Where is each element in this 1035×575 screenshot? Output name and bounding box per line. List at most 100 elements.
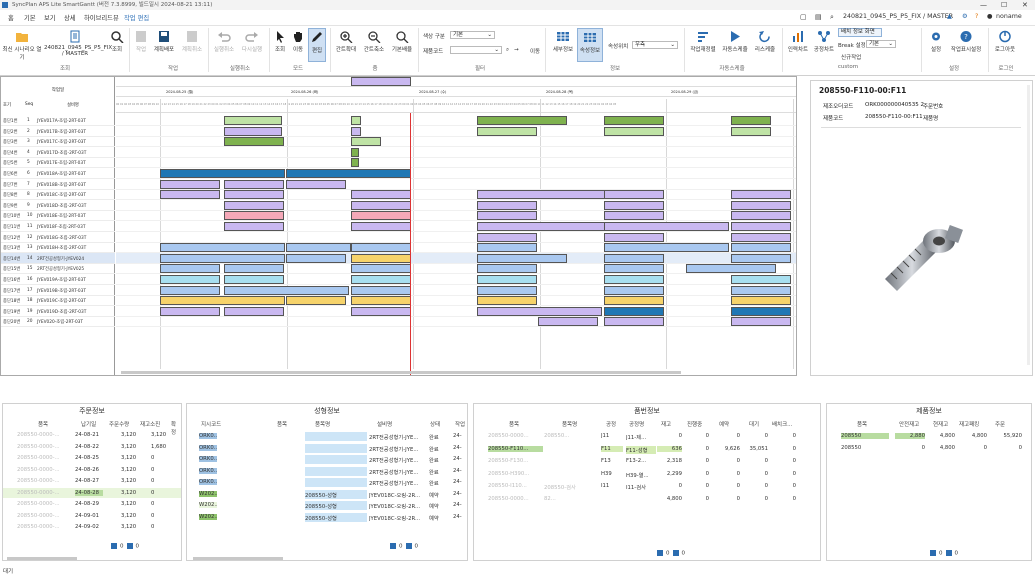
- gantt-task-bar[interactable]: [604, 317, 664, 327]
- product-pager[interactable]: 00: [927, 550, 958, 557]
- gantt-task-bar[interactable]: [604, 126, 664, 136]
- search-small-icon[interactable]: ⌕: [506, 47, 509, 54]
- gantt-task-bar[interactable]: [604, 306, 664, 316]
- menu-home[interactable]: 홈: [8, 13, 14, 22]
- gantt-task-bar[interactable]: [604, 211, 664, 221]
- gantt-task-bar[interactable]: [351, 264, 411, 274]
- gantt-row-label[interactable]: 종단3번 3 JYEV017C-조립-2RT-03T: [1, 136, 115, 148]
- gantt-task-bar[interactable]: [604, 190, 664, 200]
- gantt-task-bar[interactable]: [351, 158, 359, 168]
- gantt-task-bar[interactable]: [160, 190, 220, 200]
- gantt-task-bar[interactable]: [224, 211, 284, 221]
- default-zoom-button[interactable]: 기본배율: [389, 28, 415, 62]
- gantt-row-label[interactable]: 종단18번 18 JYEV019C-조립-2RT-03T: [1, 295, 115, 307]
- gantt-task-bar[interactable]: [351, 243, 411, 253]
- gantt-row-label[interactable]: 종단20번 20 JYEV020-조립-2RT-03T: [1, 316, 115, 328]
- gantt-task-bar[interactable]: [731, 285, 791, 295]
- gantt-row-label[interactable]: 종단9번 9 JYEV018D-조립-2RT-03T: [1, 200, 115, 211]
- detail-info-button[interactable]: 세부정보: [551, 28, 575, 62]
- plan-deploy-button[interactable]: 계획배포: [151, 28, 177, 62]
- work-button[interactable]: 작업: [133, 28, 149, 62]
- gantt-task-bar[interactable]: [731, 243, 791, 253]
- gantt-task-bar[interactable]: [604, 296, 664, 306]
- gantt-task-bar[interactable]: [351, 253, 411, 263]
- gantt-task-bar[interactable]: [351, 200, 411, 210]
- gantt-task-bar[interactable]: [224, 275, 284, 284]
- gantt-row-label[interactable]: 종단1번 1 JYEV017A-조립-2RT-03T: [1, 115, 115, 126]
- gantt-task-bar[interactable]: [224, 264, 284, 274]
- gantt-task-bar[interactable]: [686, 264, 776, 274]
- gantt-task-bar[interactable]: [731, 116, 771, 125]
- gantt-row-label[interactable]: 종단8번 8 JYEV018C-조립-2RT-03T: [1, 189, 115, 201]
- arrow-right-icon[interactable]: →: [514, 47, 519, 53]
- gantt-task-bar[interactable]: [477, 116, 567, 125]
- gantt-row-label[interactable]: 종단15번 15 2RT전공성형기-JYEV025: [1, 263, 115, 275]
- product-code-input[interactable]: ⌄: [450, 46, 502, 54]
- gantt-hscroll[interactable]: [121, 371, 681, 374]
- gantt-task-bar[interactable]: [731, 222, 791, 231]
- gantt-task-bar[interactable]: [731, 275, 791, 284]
- search-icon[interactable]: ⌕: [830, 13, 834, 22]
- redo-button[interactable]: 다시실행: [239, 28, 265, 62]
- molding-pager[interactable]: 00: [387, 543, 418, 550]
- gantt-row-label[interactable]: 종단5번 5 JYEV017E-조립-2RT-03T: [1, 157, 115, 169]
- logout-button[interactable]: 로그아웃: [992, 28, 1018, 62]
- menu-hybrid-view[interactable]: 하이브리드뷰: [84, 13, 119, 22]
- reschedule2-button[interactable]: 리스케줄: [752, 28, 778, 62]
- gantt-task-bar[interactable]: [604, 116, 664, 125]
- top-summary-bar[interactable]: [351, 77, 411, 86]
- process-chart-button[interactable]: 공정차트: [812, 28, 836, 62]
- menu-basic[interactable]: 기본: [24, 13, 36, 22]
- gantt-task-bar[interactable]: [731, 200, 791, 210]
- lookup-button[interactable]: 조회: [108, 28, 126, 62]
- gantt-task-bar[interactable]: [731, 190, 791, 200]
- gantt-task-bar[interactable]: [731, 211, 791, 221]
- gantt-task-bar[interactable]: [351, 285, 411, 295]
- menu-icon-1[interactable]: ▢: [800, 13, 807, 21]
- gantt-task-bar[interactable]: [604, 200, 664, 210]
- molding-hscroll[interactable]: [193, 557, 283, 560]
- gantt-task-bar[interactable]: [351, 211, 411, 221]
- order-hscroll[interactable]: [7, 557, 77, 560]
- gantt-task-bar[interactable]: [224, 200, 284, 210]
- gantt-task-bar[interactable]: [224, 116, 282, 125]
- gantt-task-bar[interactable]: [286, 179, 346, 189]
- gear-icon[interactable]: ⚙: [962, 13, 968, 20]
- gantt-task-bar[interactable]: [604, 232, 664, 242]
- auto-schedule-button[interactable]: 자동스케쥴: [720, 28, 750, 62]
- gantt-task-bar[interactable]: [160, 243, 285, 253]
- gantt-task-bar[interactable]: [477, 211, 537, 221]
- gantt-task-bar[interactable]: [731, 296, 791, 306]
- menu-work-edit[interactable]: 작업 편집: [124, 13, 149, 22]
- break-setting-select[interactable]: 기본 ⌄: [866, 40, 896, 48]
- gantt-row-label[interactable]: 종단10번 10 JYEV018E-조립-2RT-03T: [1, 210, 115, 222]
- gantt-task-bar[interactable]: [160, 275, 220, 284]
- gantt-task-bar[interactable]: [286, 253, 346, 263]
- gantt-task-bar[interactable]: [731, 126, 771, 136]
- gantt-task-bar[interactable]: [731, 306, 791, 316]
- menu-icon-2[interactable]: ▤: [815, 13, 822, 21]
- gantt-row-label[interactable]: 종단19번 19 JYEV019D-조립-2RT-03T: [1, 306, 115, 317]
- gantt-task-bar[interactable]: [160, 179, 220, 189]
- new-work-button[interactable]: 신규작업: [841, 53, 861, 61]
- close-button[interactable]: ✕: [1022, 0, 1028, 10]
- gantt-task-bar[interactable]: [224, 126, 282, 136]
- gantt-task-bar[interactable]: [351, 116, 361, 125]
- order-pager[interactable]: 00: [108, 543, 139, 550]
- gantt-task-bar[interactable]: [477, 126, 537, 136]
- gantt-task-bar[interactable]: [604, 285, 664, 295]
- gantt-task-bar[interactable]: [224, 222, 284, 231]
- gantt-task-bar[interactable]: [604, 275, 664, 284]
- gantt-task-bar[interactable]: [477, 232, 537, 242]
- gantt-row-label[interactable]: 종단2번 2 JYEV017B-조립-2RT-03T: [1, 126, 115, 137]
- gantt-task-bar[interactable]: [477, 275, 537, 284]
- gantt-task-bar[interactable]: [351, 306, 411, 316]
- gantt-task-bar[interactable]: [351, 222, 411, 231]
- menu-view[interactable]: 보기: [44, 13, 56, 22]
- color-filter-select[interactable]: 기본 ⌄: [450, 31, 495, 39]
- move-filter-label[interactable]: 이동: [530, 47, 540, 55]
- gantt-task-bar[interactable]: [224, 190, 284, 200]
- scenario-button[interactable]: 240821_0945_PS_P5_FIX / MASTER: [44, 28, 112, 62]
- minimize-button[interactable]: —: [980, 0, 987, 10]
- gantt-task-bar[interactable]: [286, 296, 346, 306]
